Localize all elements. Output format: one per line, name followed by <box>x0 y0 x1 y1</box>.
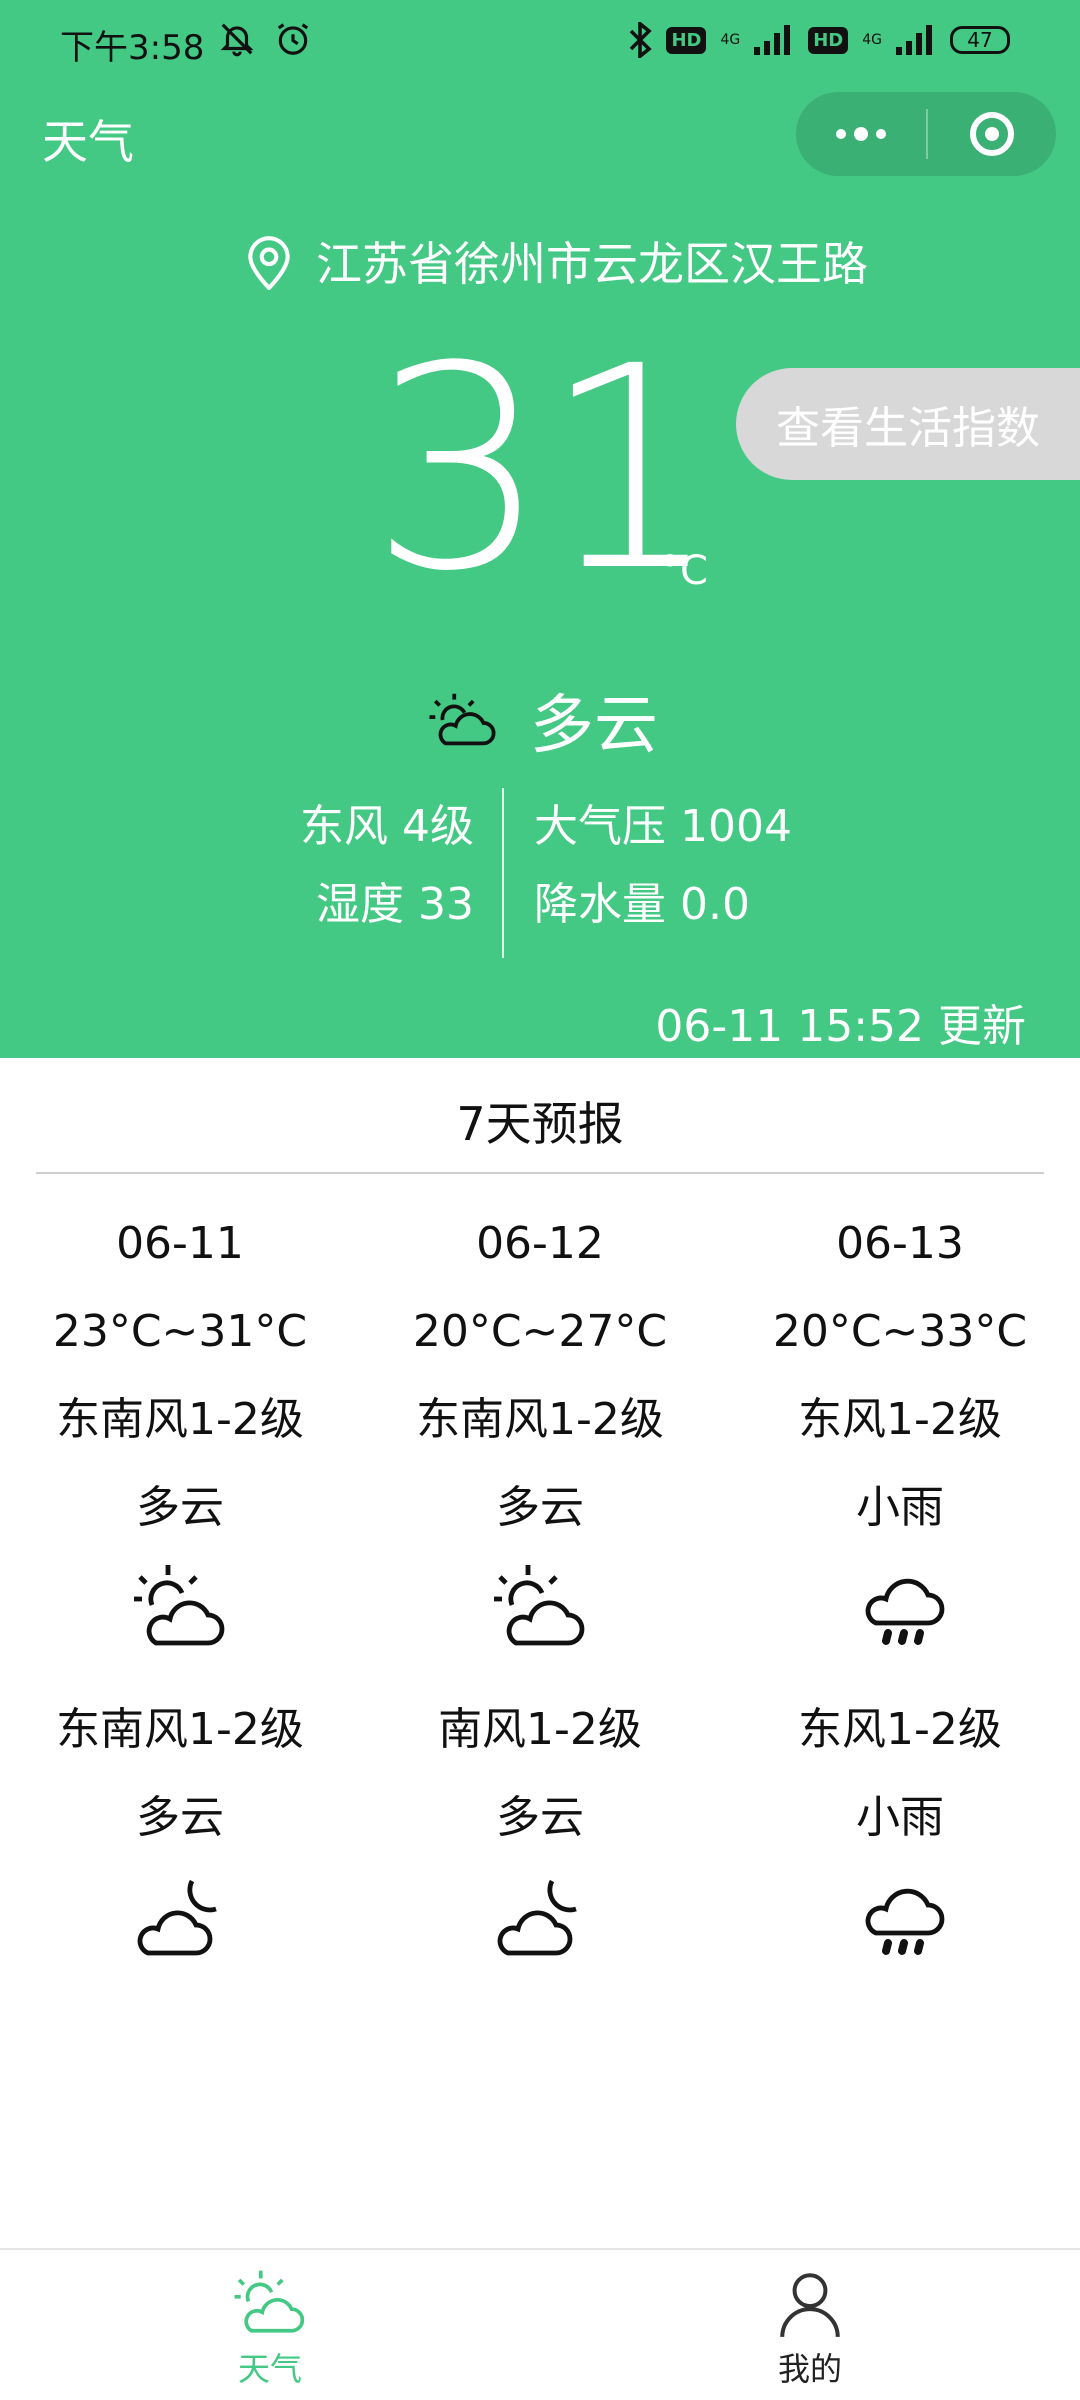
forecast-day-wind: 东南风1-2级 <box>56 1394 304 1445</box>
forecast-title: 7天预报 <box>456 1097 624 1151</box>
user-icon <box>780 2273 840 2337</box>
forecast-day-icon-wrap <box>0 1552 360 1662</box>
battery-indicator: 47 <box>950 26 1010 54</box>
forecast-temp-range: 20°C~33°C <box>772 1306 1028 1357</box>
forecast-date: 06-11 <box>116 1218 244 1269</box>
tab-bar: 天气 我的 <box>0 2248 1080 2400</box>
partly-cloudy-icon <box>134 1565 225 1646</box>
target-circle-icon[interactable] <box>928 92 1056 176</box>
forecast-temp-range: 20°C~27°C <box>412 1306 668 1357</box>
tab-mine-label: 我的 <box>777 2350 842 2388</box>
details-right: 大气压 1004 降水量 0.0 <box>534 788 792 944</box>
tab-weather[interactable]: 天气 <box>170 2266 370 2390</box>
bluetooth-icon <box>630 22 653 58</box>
precipitation-info: 降水量 0.0 <box>534 879 750 930</box>
forecast-night-section: 东风1-2级 小雨 <box>720 1686 1080 1972</box>
tab-weather-label: 天气 <box>237 2350 302 2388</box>
hd-badge-2: HD <box>808 26 849 54</box>
forecast-day-condition: 多云 <box>136 1482 224 1533</box>
status-bar: 下午3:58 HD 4G HD 4G 47 <box>0 0 1080 84</box>
tab-mine[interactable]: 我的 <box>710 2266 910 2390</box>
weather-tab-icon <box>234 2270 305 2333</box>
status-left-icons <box>218 20 312 58</box>
network-type: 4G <box>720 32 741 48</box>
forecast-night-section: 南风1-2级 多云 <box>360 1686 720 1972</box>
forecast-date: 06-13 <box>836 1218 964 1269</box>
forecast-date: 06-12 <box>476 1218 604 1269</box>
forecast-night-icon-wrap <box>360 1862 720 1972</box>
update-time: 06-11 15:52 更新 <box>655 1001 1026 1052</box>
forecast-temp-range: 23°C~31°C <box>52 1306 308 1357</box>
forecast-day-condition: 多云 <box>496 1482 584 1533</box>
location-row[interactable]: 江苏省徐州市云龙区汉王路 <box>244 228 868 294</box>
light-rain-icon <box>865 1578 945 1645</box>
more-dots-icon[interactable] <box>796 92 926 176</box>
forecast-day-column: 06-11 23°C~31°C 东南风1-2级 多云 东南风1-2级 多云 <box>0 1200 360 1972</box>
forecast-day-icon-wrap <box>720 1552 1080 1662</box>
forecast-night-icon-wrap <box>720 1862 1080 1972</box>
pressure-info: 大气压 1004 <box>534 801 792 852</box>
hd-badge: HD <box>666 26 707 54</box>
details-left: 东风 4级 湿度 33 <box>300 788 474 944</box>
page-title: 天气 <box>42 115 134 169</box>
cloudy-night-icon <box>137 1879 217 1956</box>
forecast-night-icon-wrap <box>0 1862 360 1972</box>
light-rain-icon <box>865 1888 945 1955</box>
forecast-night-section: 东南风1-2级 多云 <box>0 1686 360 1972</box>
forecast-night-condition: 小雨 <box>856 1792 944 1843</box>
alarm-clock-icon <box>277 23 309 55</box>
forecast-day-condition: 小雨 <box>856 1482 944 1533</box>
forecast-day-icon-wrap <box>360 1552 720 1662</box>
current-condition: 多云 <box>428 674 658 766</box>
forecast-day-column: 06-12 20°C~27°C 东南风1-2级 多云 南风1-2级 多云 <box>360 1200 720 1972</box>
forecast-divider <box>36 1172 1044 1174</box>
location-pin-icon <box>248 236 290 290</box>
humidity-info: 湿度 33 <box>316 879 474 930</box>
temperature-unit: °C <box>660 548 708 594</box>
partly-cloudy-icon <box>429 693 496 746</box>
forecast-night-wind: 东风1-2级 <box>798 1704 1002 1755</box>
forecast-night-wind: 东南风1-2级 <box>56 1704 304 1755</box>
life-index-button[interactable]: 查看生活指数 <box>736 368 1080 480</box>
forecast-day-column: 06-13 20°C~33°C 东风1-2级 小雨 东风1-2级 小雨 <box>720 1200 1080 1972</box>
forecast-night-condition: 多云 <box>136 1792 224 1843</box>
partly-cloudy-icon <box>494 1565 585 1646</box>
mini-program-capsule <box>796 92 1056 176</box>
status-right-icons: HD 4G HD 4G 47 <box>628 22 1010 58</box>
details-divider <box>502 788 504 958</box>
status-time: 下午3:58 <box>60 28 205 68</box>
condition-text: 多云 <box>530 689 658 763</box>
cloudy-night-icon <box>497 1879 577 1956</box>
forecast-day-wind: 东风1-2级 <box>798 1394 1002 1445</box>
forecast-night-wind: 南风1-2级 <box>438 1704 642 1755</box>
network-type-2: 4G <box>862 32 882 48</box>
location-address: 江苏省徐州市云龙区汉王路 <box>316 237 868 291</box>
wind-info: 东风 4级 <box>300 801 474 852</box>
signal-icon <box>754 25 791 55</box>
signal-icon-2 <box>896 25 932 55</box>
forecast-night-condition: 多云 <box>496 1792 584 1843</box>
muted-bell-icon <box>220 23 254 57</box>
forecast-day-wind: 东南风1-2级 <box>416 1394 664 1445</box>
